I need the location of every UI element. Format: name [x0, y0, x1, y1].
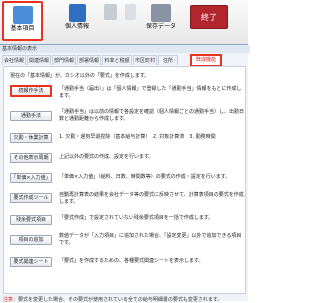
personal-info-button[interactable]: 個人情報 — [58, 1, 96, 41]
form-sheet-button[interactable]: 要式関連シート — [10, 257, 52, 267]
other-forms-button[interactable]: その他表示周期 — [10, 153, 52, 163]
absence-calc-button[interactable]: 欠勤・休業計算 — [10, 133, 52, 143]
remaining-items-button[interactable]: 残余要式項目 — [10, 215, 52, 225]
basic-items-button[interactable]: 基本項目 — [2, 1, 43, 41]
tax-icon — [124, 4, 136, 20]
tax-button[interactable] — [123, 1, 137, 41]
commute-report-description: 「通勤手当（届出）」は「個人情報」で登録した「通勤手当」情報をもとに作成します。 — [59, 86, 242, 99]
unit-price-input-button[interactable]: 「単価×入力値」 — [10, 173, 52, 183]
unit-price-input-description: 「単価×入力値」（給料、日数、時間数等）の要式の作成・設定を行います。 — [59, 174, 231, 180]
form-shape-icon — [103, 4, 117, 20]
tab-address[interactable]: 住所 — [158, 55, 178, 65]
caution-label: 注意 — [3, 297, 14, 303]
tab-municipality[interactable]: 市区町村 — [133, 55, 157, 65]
other-forms-description: 上記以外の要式の作成、設定を行います。 — [59, 154, 154, 160]
exit-button[interactable]: 終了 — [190, 5, 228, 29]
add-item-button[interactable]: 項目の追加 — [10, 235, 52, 245]
tab-department[interactable]: 部門情報 — [52, 55, 76, 65]
personal-info-label: 個人情報 — [64, 23, 89, 30]
form-tool-description: 自動再計算表の結果を会社データ等の要式に反映させて、計算表項目の要式を作成します… — [59, 192, 244, 205]
caution-text: ：要式を変更した場合、その要式が使用されている全ての給与明細書の要式も変更されま… — [13, 297, 223, 303]
saved-data-button[interactable]: 保存データ — [141, 1, 181, 41]
saved-data-label: 保存データ — [145, 23, 176, 30]
form-sheet-description: 「要式」を作成するための、各種要式関連シートを表示します。 — [59, 258, 204, 264]
personal-info-icon — [68, 4, 86, 22]
intro-text: 現在の「基本情報」が、カシオ以外の「要式」を作成します。 — [10, 73, 150, 79]
commute-report-button[interactable]: 続報作手法 — [10, 85, 52, 97]
main-toolbar: 基本項目 個人情報 保存データ 終了 — [0, 0, 248, 45]
window-title: 基本情報の表示 — [0, 45, 250, 53]
basic-info-window: 基本情報の表示 会社情報 関連情報 部門情報 部署情報 料率と税額 市区町村 住… — [0, 44, 250, 303]
tab-rates-tax[interactable]: 料率と税額 — [102, 55, 132, 65]
form-shape-button[interactable] — [101, 1, 119, 41]
tab-bar: 会社情報 関連情報 部門情報 部署情報 料率と税額 市区町村 住所 既成機能 — [0, 54, 248, 67]
tab-related[interactable]: 関連情報 — [27, 55, 51, 65]
form-tool-button[interactable]: 要式作成ツール — [10, 193, 52, 203]
add-item-description: 数値データが「入力項目」に追加された場合、「設定変更」以外で追加できる項目です。 — [59, 233, 242, 246]
commute-allowance-description: 「通勤手当」は以前の情報で各設定を確認（個人情報ごとの通勤手当）し、出勤日数と通… — [59, 109, 244, 122]
commute-allowance-button[interactable]: 通勤手法 — [10, 111, 52, 121]
saved-data-icon — [151, 4, 171, 22]
absence-calc-description: 1. 欠勤・遅刻早退控除（基本給与計算） 2. 対象計算済 3. 勤務時間 — [59, 134, 216, 140]
basic-items-label: 基本項目 — [10, 25, 35, 32]
basic-items-icon — [12, 6, 33, 24]
tab-section[interactable]: 部署情報 — [77, 55, 101, 65]
form-functions-panel: 現在の「基本情報」が、カシオ以外の「要式」を作成します。 続報作手法 「通勤手当… — [3, 66, 246, 294]
remaining-items-description: 「要式作成」で設定されていない残余要式項目を一括で作成します。 — [59, 215, 214, 221]
tab-company[interactable]: 会社情報 — [2, 55, 26, 65]
